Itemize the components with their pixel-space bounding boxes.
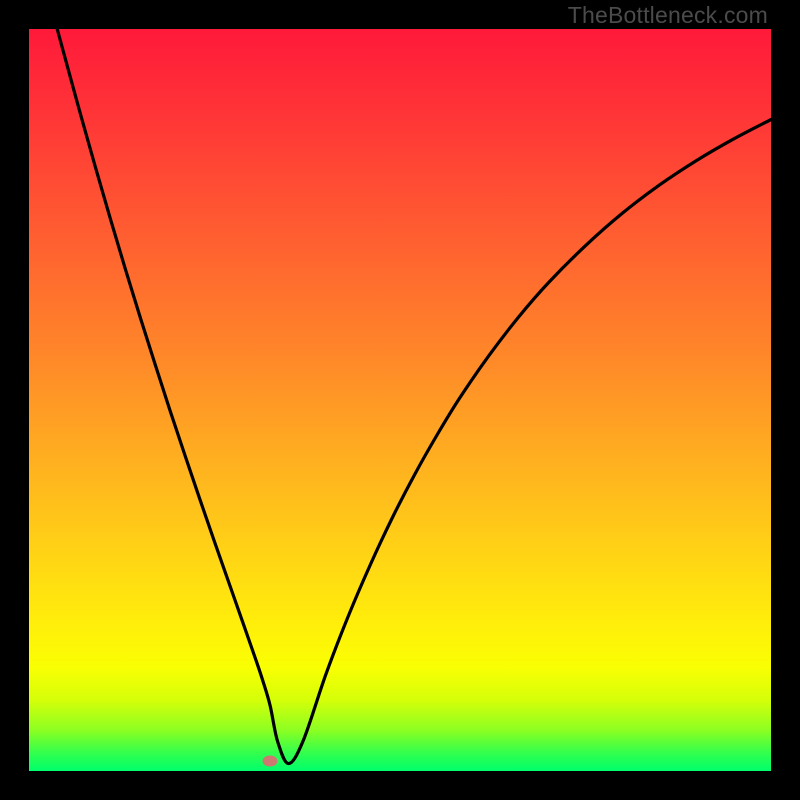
watermark-text: TheBottleneck.com xyxy=(568,2,768,29)
chart-frame: TheBottleneck.com xyxy=(0,0,800,800)
bottleneck-curve xyxy=(29,29,771,771)
optimal-point-marker xyxy=(263,756,278,767)
plot-area xyxy=(29,29,771,771)
